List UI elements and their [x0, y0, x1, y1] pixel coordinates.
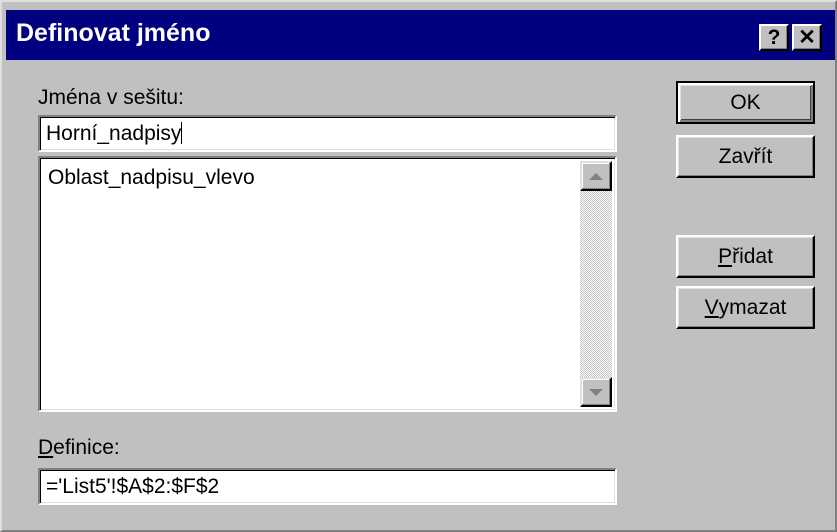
list-item[interactable]: Oblast_nadpisu_vlevo [48, 166, 255, 190]
vertical-scrollbar[interactable] [580, 161, 612, 407]
definition-value: ='List5'!$A$2:$F$2 [46, 475, 220, 498]
definition-field[interactable]: ='List5'!$A$2:$F$2 [38, 468, 617, 505]
arrow-down-icon [589, 388, 603, 396]
dialog-title: Definovat jméno [16, 19, 211, 47]
names-listbox[interactable]: Oblast_nadpisu_vlevo [38, 156, 617, 412]
title-bar: Definovat jméno ? ✕ [6, 10, 835, 60]
close-button[interactable]: Zavřít [676, 135, 815, 178]
definition-label: Definice: [38, 436, 120, 459]
text-caret [181, 122, 183, 144]
names-in-workbook-label: Jména v sešitu: [38, 86, 184, 109]
close-window-button[interactable]: ✕ [792, 24, 822, 51]
name-input[interactable]: Horní_nadpisy [38, 115, 617, 152]
delete-button[interactable]: Vymazat [676, 286, 815, 329]
close-icon: ✕ [798, 26, 816, 49]
ok-button[interactable]: OK [676, 81, 815, 124]
help-icon: ? [767, 26, 781, 49]
scroll-up-button[interactable] [580, 161, 612, 191]
add-button[interactable]: Přidat [676, 235, 815, 278]
help-button[interactable]: ? [759, 24, 789, 51]
name-input-value: Horní_nadpisy [46, 122, 182, 145]
scroll-down-button[interactable] [580, 377, 612, 407]
arrow-up-icon [589, 172, 603, 180]
define-name-dialog: Definovat jméno ? ✕ Jména v sešitu: Horn… [0, 0, 837, 532]
